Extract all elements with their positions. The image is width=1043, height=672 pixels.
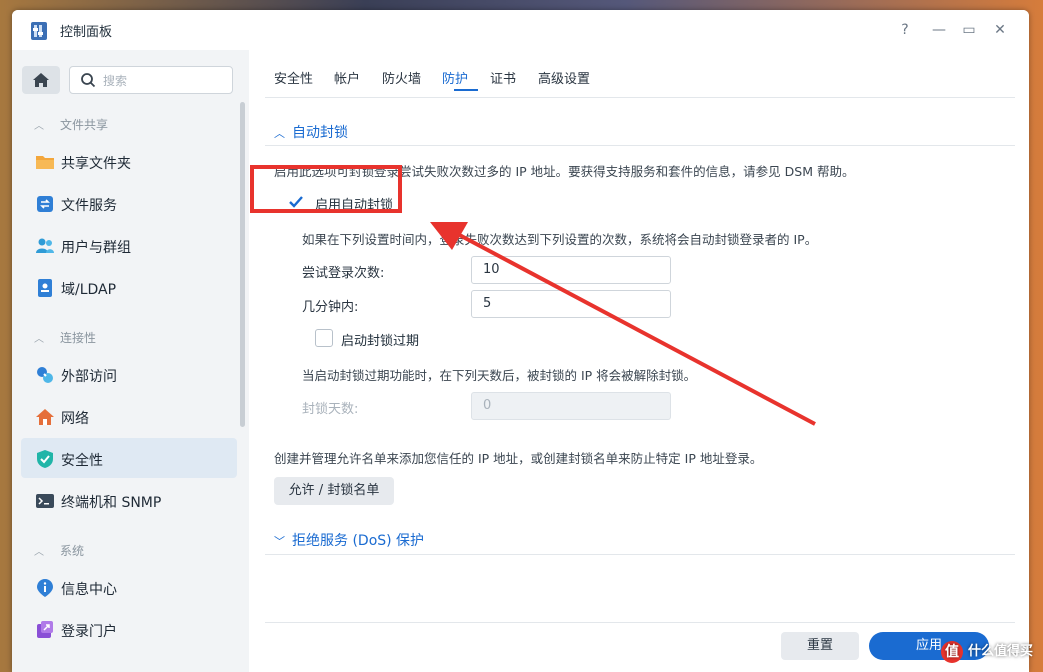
main-panel: 安全性 帐户 防火墙 防护 证书 高级设置 ︿ 自动封锁 启用此选项可封锁登录尝试…: [249, 50, 1029, 672]
sidebar-item-security[interactable]: 安全性: [21, 438, 237, 478]
maximize-button[interactable]: ▭: [958, 19, 980, 41]
sidebar-scrollbar[interactable]: [240, 102, 245, 427]
minimize-button[interactable]: —: [928, 19, 950, 41]
section-file-sharing[interactable]: ︿ 文件共享: [34, 116, 108, 136]
sidebar-item-label: 网络: [61, 411, 89, 427]
sidebar-item-shared-folder[interactable]: 共享文件夹: [21, 141, 237, 181]
tab-account[interactable]: 帐户: [334, 68, 360, 87]
auto-block-rule-text: 如果在下列设置时间内，登录失败次数达到下列设置的次数，系统将会自动封锁登录者的 …: [302, 232, 818, 247]
section-label: 连接性: [60, 331, 97, 345]
enable-block-expire-checkbox[interactable]: [315, 329, 333, 347]
enable-block-expire-label[interactable]: 启动封锁过期: [341, 330, 419, 349]
sidebar-item-label: 文件服务: [61, 198, 117, 214]
sidebar-item-info-center[interactable]: 信息中心: [21, 567, 237, 607]
login-portal-icon: [37, 621, 53, 638]
control-panel-window: 控制面板 ? — ▭ ✕ 搜索 ︿ 文件共享 共享文件夹 文件服务 用户与群组 …: [12, 10, 1029, 672]
block-days-label: 封锁天数:: [302, 402, 359, 417]
close-button[interactable]: ✕: [989, 19, 1011, 41]
terminal-icon: [36, 494, 54, 508]
minutes-input[interactable]: 5: [471, 290, 671, 318]
minutes-label: 几分钟内:: [302, 300, 359, 315]
folder-icon: [36, 156, 54, 169]
section-label: 文件共享: [60, 118, 109, 132]
sidebar-item-users-groups[interactable]: 用户与群组: [21, 225, 237, 265]
sidebar-item-domain-ldap[interactable]: 域/LDAP: [21, 267, 237, 307]
attempts-value: 10: [483, 262, 500, 277]
section-connectivity[interactable]: ︿ 连接性: [34, 329, 96, 349]
auto-block-title: 自动封锁: [292, 125, 348, 141]
dos-protection-header[interactable]: ﹀ 拒绝服务 (DoS) 保护: [274, 530, 424, 550]
sidebar-item-network[interactable]: 网络: [21, 396, 237, 436]
attempts-label: 尝试登录次数:: [302, 266, 385, 281]
search-input[interactable]: 搜索: [69, 66, 233, 94]
watermark-text: 什么值得买: [967, 644, 1033, 659]
sidebar-item-label: 用户与群组: [61, 240, 131, 256]
reset-button[interactable]: 重置: [781, 632, 859, 660]
section-label: 系统: [60, 544, 85, 558]
tab-certificate[interactable]: 证书: [490, 68, 516, 87]
sidebar-item-label: 外部访问: [61, 369, 117, 385]
block-days-value: 0: [483, 398, 492, 413]
sidebar: 搜索 ︿ 文件共享 共享文件夹 文件服务 用户与群组 域/LDAP ︿ 连接性 外部…: [12, 50, 249, 672]
home-button[interactable]: [22, 66, 60, 94]
chevron-up-icon: ︿: [34, 121, 44, 132]
file-services-icon: [37, 196, 53, 212]
chevron-up-icon: ︿: [34, 547, 44, 558]
auto-block-divider: [265, 145, 1015, 146]
tabs-divider: [265, 97, 1015, 98]
watermark-badge: 值: [940, 640, 963, 663]
external-access-icon: [37, 367, 53, 383]
security-shield-icon: [37, 450, 53, 468]
title-bar[interactable]: 控制面板 ? — ▭ ✕: [12, 10, 1029, 50]
dos-protection-title: 拒绝服务 (DoS) 保护: [292, 533, 425, 549]
tab-firewall[interactable]: 防火墙: [382, 68, 421, 87]
network-house-icon: [36, 409, 54, 425]
users-icon: [36, 238, 54, 253]
block-days-input[interactable]: 0: [471, 392, 671, 420]
sidebar-item-terminal-snmp[interactable]: 终端机和 SNMP: [21, 480, 237, 520]
window-title: 控制面板: [60, 25, 113, 40]
control-panel-app-icon: [31, 22, 47, 40]
sidebar-item-label: 域/LDAP: [61, 282, 117, 298]
tab-protection[interactable]: 防护: [442, 68, 468, 87]
sidebar-item-label: 共享文件夹: [61, 156, 131, 172]
expire-description: 当启动封锁过期功能时，在下列天数后，被封锁的 IP 将会被解除封锁。: [302, 368, 697, 383]
chevron-up-icon: ︿: [34, 334, 44, 345]
minutes-value: 5: [483, 296, 492, 311]
auto-block-header[interactable]: ︿ 自动封锁: [274, 122, 348, 142]
sidebar-item-external-access[interactable]: 外部访问: [21, 354, 237, 394]
section-system[interactable]: ︿ 系统: [34, 542, 84, 562]
sidebar-item-label: 登录门户: [61, 624, 117, 640]
active-tab-indicator: [454, 89, 478, 91]
sidebar-item-login-portal[interactable]: 登录门户: [21, 609, 237, 649]
allow-block-list-button[interactable]: 允许 / 封锁名单: [274, 477, 394, 505]
tab-security[interactable]: 安全性: [274, 68, 313, 87]
home-icon: [33, 73, 49, 87]
attempts-input[interactable]: 10: [471, 256, 671, 284]
sidebar-item-file-services[interactable]: 文件服务: [21, 183, 237, 223]
help-button[interactable]: ?: [894, 19, 916, 41]
search-icon: [81, 73, 96, 88]
info-icon: [37, 579, 53, 597]
dos-divider: [265, 554, 1015, 555]
domain-icon: [38, 279, 52, 297]
annotation-highlight-box: [250, 165, 402, 213]
sidebar-item-label: 终端机和 SNMP: [61, 495, 162, 511]
sidebar-item-label: 安全性: [61, 453, 103, 469]
allowlist-description: 创建并管理允许名单来添加您信任的 IP 地址，或创建封锁名单来防止特定 IP 地…: [274, 451, 763, 466]
chevron-up-icon: ︿: [274, 127, 285, 140]
sidebar-item-label: 信息中心: [61, 582, 117, 598]
chevron-down-icon: ﹀: [274, 535, 285, 548]
watermark: 值什么值得买: [940, 640, 1033, 666]
search-placeholder: 搜索: [103, 74, 128, 88]
tab-advanced[interactable]: 高级设置: [538, 68, 590, 87]
footer-divider: [265, 622, 1015, 623]
